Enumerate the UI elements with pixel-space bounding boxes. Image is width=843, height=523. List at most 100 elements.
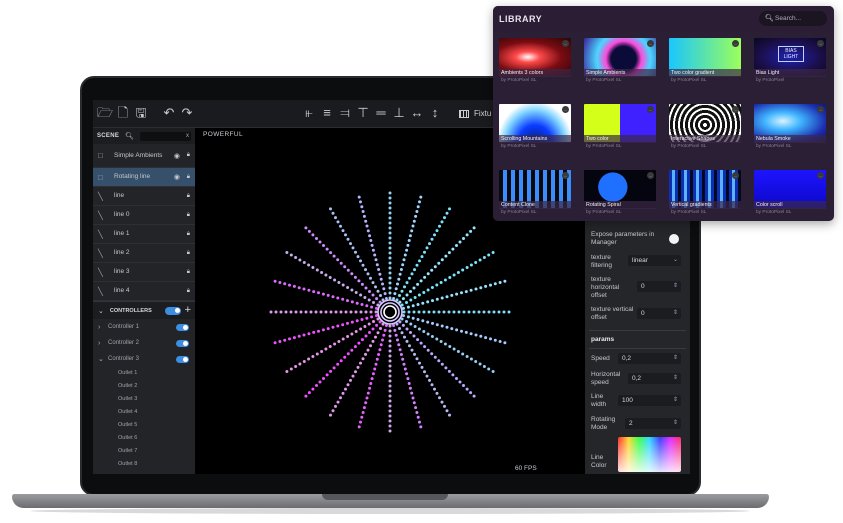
chevron-down-icon[interactable]: ⌄ [98, 355, 108, 363]
layer-row[interactable]: □ Rotating line ◉ 🔒︎ [93, 168, 195, 187]
library-card[interactable]: Ambients 3 colors … by ProtoPixel SL [499, 38, 571, 85]
chevron-right-icon[interactable]: › [98, 340, 108, 347]
rotating-mode-input[interactable]: 2 ⇕ [625, 418, 681, 429]
chevron-right-icon[interactable]: › [98, 324, 108, 331]
library-card[interactable]: Content Clone … by ProtoPixel SL [499, 170, 571, 217]
controller-row[interactable]: › Controller 1 [93, 319, 195, 335]
outlet-item[interactable]: Outlet 1 [93, 367, 195, 380]
outlet-item[interactable]: Outlet 5 [93, 419, 195, 432]
more-icon[interactable]: … [817, 106, 824, 113]
align-right-icon[interactable]: ⫤ [337, 105, 353, 121]
more-icon[interactable]: … [732, 172, 739, 179]
stepper-icon[interactable]: ⇕ [673, 373, 678, 384]
library-card[interactable]: Rotating Spiral … by ProtoPixel SL [584, 170, 656, 217]
outlet-item[interactable]: Outlet 8 [93, 458, 195, 471]
outlet-item[interactable]: Outlet 3 [93, 393, 195, 406]
more-icon[interactable]: … [732, 40, 739, 47]
texture-filtering-select[interactable]: linear ⌄ [628, 255, 681, 266]
outlet-item[interactable]: Outlet 6 [93, 432, 195, 445]
layer-row[interactable]: ╲ line 3 🔒︎ [93, 263, 195, 282]
layer-row[interactable]: ╲ line 0 🔒︎ [93, 206, 195, 225]
eye-icon[interactable]: ◉ [174, 173, 180, 181]
lock-icon[interactable]: 🔒︎ [187, 250, 190, 257]
horizontal-speed-input[interactable]: 0,2 ⇕ [628, 373, 681, 384]
light-dot [442, 310, 446, 314]
chevron-down-icon[interactable]: ⌄ [98, 307, 104, 315]
line-width-input[interactable]: 100 ⇕ [618, 395, 681, 406]
layer-row[interactable]: ╲ line 1 🔒︎ [93, 225, 195, 244]
more-icon[interactable]: … [817, 40, 824, 47]
controllers-toggle[interactable] [165, 307, 181, 315]
controller-row[interactable]: › Controller 2 [93, 335, 195, 351]
line-color-picker[interactable] [618, 437, 681, 472]
layer-row[interactable]: ╲ line 2 🔒︎ [93, 244, 195, 263]
more-icon[interactable]: … [647, 106, 654, 113]
layer-row[interactable]: ╲ line 4 🔒︎ [93, 282, 195, 301]
outlet-item[interactable]: Outlet 4 [93, 406, 195, 419]
align-left-icon[interactable]: ⫦ [301, 105, 317, 121]
align-top-icon[interactable]: ⊤ [355, 105, 371, 121]
lock-icon[interactable]: 🔒︎ [187, 174, 190, 181]
more-icon[interactable]: … [732, 106, 739, 113]
more-icon[interactable]: … [562, 106, 569, 113]
open-folder-icon[interactable]: 🗁 [97, 105, 113, 121]
undo-icon[interactable]: ↶ [161, 105, 177, 121]
library-card[interactable]: Interactive Shapes … by ProtoPixel SL [669, 104, 741, 151]
speed-input[interactable]: 0,2 ⇕ [618, 353, 681, 364]
library-card[interactable]: Scrolling Mountains … by ProtoPixel SL [499, 104, 571, 151]
more-icon[interactable]: … [562, 40, 569, 47]
clear-icon[interactable]: x [186, 132, 189, 141]
library-card[interactable]: Nebula Smoke … by ProtoPixel SL [754, 104, 826, 151]
outlet-item[interactable]: Outlet 7 [93, 445, 195, 458]
light-dot [357, 341, 361, 345]
texture-v-offset-input[interactable]: 0 ⇕ [637, 308, 681, 319]
more-icon[interactable]: … [817, 172, 824, 179]
library-search-input[interactable]: 🔍︎ Search... [759, 11, 827, 26]
library-card[interactable]: Two color gradient … by ProtoPixel SL [669, 38, 741, 85]
stepper-icon[interactable]: ⇕ [673, 353, 678, 364]
expose-switch[interactable] [669, 234, 679, 244]
align-center-icon[interactable]: ≡ [319, 105, 335, 121]
tab-fixtures[interactable]: Fixtu [459, 106, 491, 121]
controller-toggle[interactable] [176, 339, 189, 347]
lock-icon[interactable]: 🔒︎ [187, 288, 190, 295]
scene-search-input[interactable]: x [140, 131, 191, 141]
more-icon[interactable]: … [647, 40, 654, 47]
library-card[interactable]: BIAS LIGHT Bias Light … by ProtoPixel [754, 38, 826, 85]
controller-toggle[interactable] [176, 355, 189, 363]
add-icon[interactable]: + [185, 304, 191, 316]
more-icon[interactable]: … [647, 172, 654, 179]
stepper-icon[interactable]: ⇕ [673, 308, 678, 319]
lock-icon[interactable]: 🔒︎ [187, 231, 190, 238]
new-file-icon[interactable]: 🗋 [115, 105, 131, 121]
light-dot [359, 293, 363, 297]
distribute-vertical-icon[interactable]: ↕ [427, 105, 443, 121]
library-card[interactable]: Simple Ambients … by ProtoPixel SL [584, 38, 656, 85]
outlet-item[interactable]: Outlet 2 [93, 380, 195, 393]
library-card[interactable]: Color scroll … by ProtoPixel SL [754, 170, 826, 217]
more-icon[interactable]: … [562, 172, 569, 179]
lock-icon[interactable]: 🔒︎ [187, 212, 190, 219]
lock-icon[interactable]: 🔒︎ [187, 152, 190, 159]
redo-icon[interactable]: ↷ [179, 105, 195, 121]
save-icon[interactable]: 🖫 [133, 105, 149, 121]
light-dot [445, 409, 449, 413]
controller-toggle[interactable] [176, 323, 189, 331]
layer-row[interactable]: □ Simple Ambients ◉ 🔒︎ [93, 144, 195, 168]
light-dot [447, 369, 451, 373]
lock-icon[interactable]: 🔒︎ [187, 193, 190, 200]
texture-h-offset-input[interactable]: 0 ⇕ [637, 281, 681, 292]
lock-icon[interactable]: 🔒︎ [187, 269, 190, 276]
library-card[interactable]: Vertical gradients … by ProtoPixel SL [669, 170, 741, 217]
light-dot [411, 396, 415, 400]
distribute-horizontal-icon[interactable]: ↔ [409, 105, 425, 121]
align-middle-icon[interactable]: ═ [373, 105, 389, 121]
stepper-icon[interactable]: ⇕ [673, 395, 678, 406]
library-card[interactable]: Two color … by ProtoPixel SL [584, 104, 656, 151]
stepper-icon[interactable]: ⇕ [673, 281, 678, 292]
align-bottom-icon[interactable]: ⊥ [391, 105, 407, 121]
stepper-icon[interactable]: ⇕ [673, 418, 678, 429]
eye-icon[interactable]: ◉ [174, 152, 180, 160]
controller-row[interactable]: ⌄ Controller 3 [93, 351, 195, 367]
layer-row[interactable]: ╲ line 🔒︎ [93, 187, 195, 206]
